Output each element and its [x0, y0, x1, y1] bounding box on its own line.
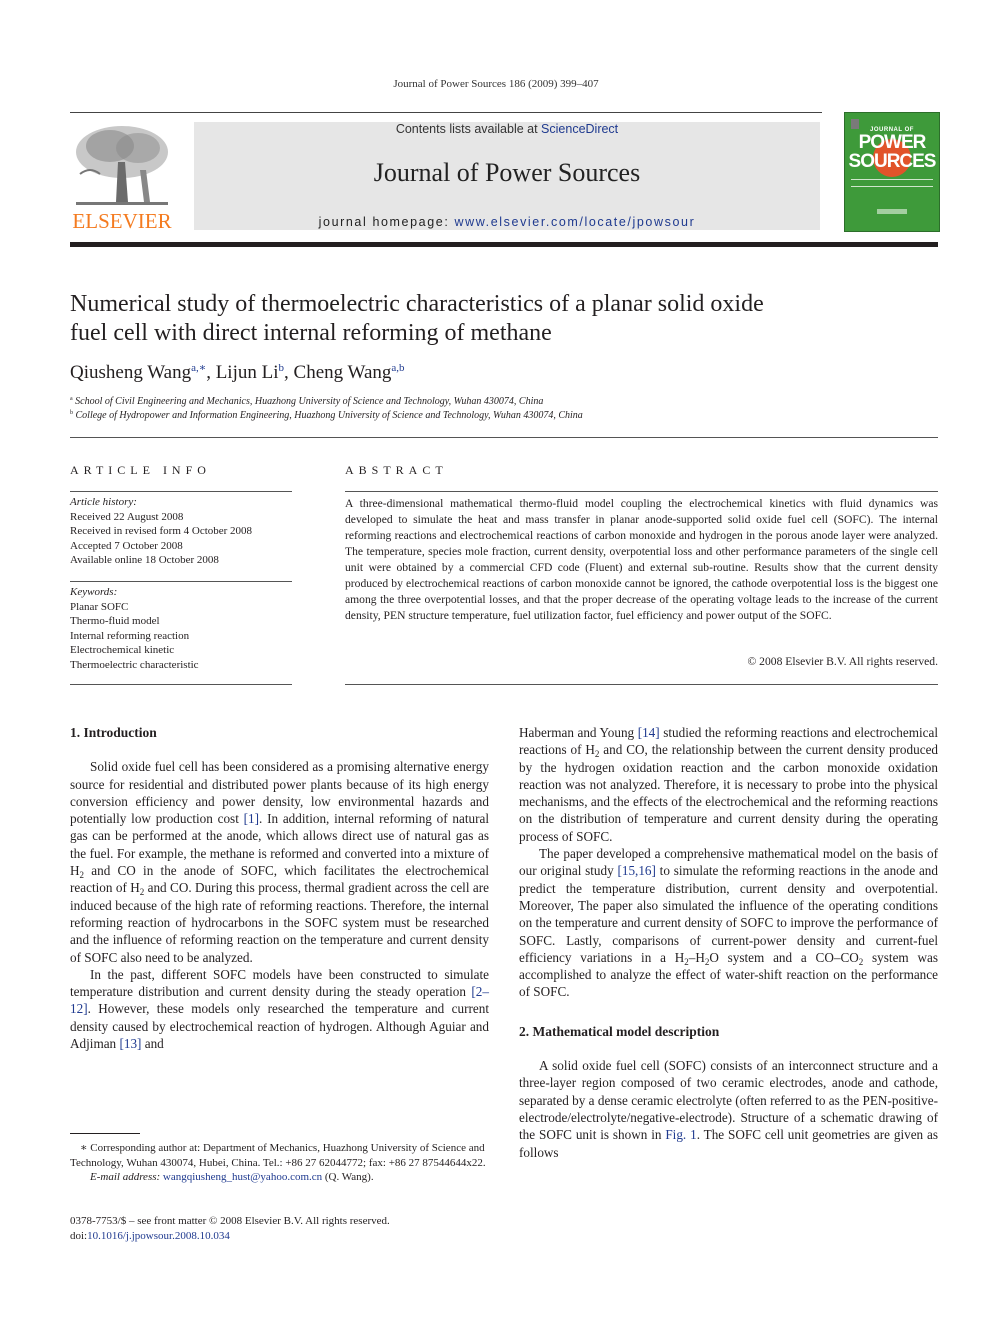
- paragraph: The paper developed a comprehensive math…: [519, 846, 938, 1000]
- history-item: Available online 18 October 2008: [70, 554, 219, 566]
- divider: [70, 437, 938, 438]
- cover-subtitle-lines: [851, 179, 933, 187]
- abstract-heading: ABSTRACT: [345, 463, 448, 477]
- divider: [345, 491, 938, 492]
- tree-icon: [76, 126, 168, 205]
- footnote: ∗ Corresponding author at: Department of…: [70, 1142, 486, 1183]
- citation-link[interactable]: [13]: [119, 1036, 141, 1051]
- divider: [70, 581, 292, 582]
- paragraph: Solid oxide fuel cell has been considere…: [70, 759, 490, 965]
- abstract-text: A three-dimensional mathematical thermo-…: [345, 497, 938, 622]
- citation-link[interactable]: [14]: [638, 725, 660, 740]
- cover-title: POWER SOURCES: [848, 132, 937, 172]
- keyword: Thermoelectric characteristic: [70, 658, 199, 671]
- keyword: Planar SOFC: [70, 600, 129, 613]
- history-item: Received 22 August 2008: [70, 510, 184, 523]
- keyword: Thermo-fluid model: [70, 615, 160, 627]
- author-name: Lijun Li: [215, 362, 279, 383]
- affiliation-a: a School of Civil Engineering and Mechan…: [70, 396, 544, 407]
- footnote-rule: [70, 1133, 140, 1134]
- author-marks[interactable]: a,b: [391, 362, 404, 374]
- affiliation-b: b College of Hydropower and Information …: [70, 410, 583, 421]
- article-history: Article history: Received 22 August 2008…: [70, 495, 292, 568]
- contents-line: Contents lists available at ScienceDirec…: [395, 122, 619, 136]
- journal-title: Journal of Power Sources: [373, 158, 641, 187]
- header-rule: [70, 112, 822, 113]
- author-marks[interactable]: b: [279, 362, 285, 374]
- elsevier-logo[interactable]: ELSEVIER: [70, 122, 174, 234]
- journal-banner: Contents lists available at ScienceDirec…: [194, 122, 820, 230]
- section-heading-introduction: 1. Introduction: [70, 725, 157, 740]
- header-thick-rule: [70, 242, 938, 247]
- citation-link[interactable]: [15,16]: [617, 863, 655, 878]
- left-column: 1. Introduction Solid oxide fuel cell ha…: [70, 724, 489, 1052]
- publisher-name: ELSEVIER: [72, 209, 172, 233]
- paragraph: Haberman and Young [14] studied the refo…: [519, 725, 939, 844]
- article-info-heading: ARTICLE INFO: [70, 463, 211, 477]
- sciencedirect-link[interactable]: ScienceDirect: [541, 122, 618, 136]
- paragraph: In the past, different SOFC models have …: [70, 966, 489, 1052]
- homepage-link[interactable]: www.elsevier.com/locate/jpowsour: [454, 215, 695, 229]
- divider: [70, 491, 292, 492]
- author-marks[interactable]: a,∗: [191, 362, 206, 374]
- article-title: Numerical study of thermoelectric charac…: [70, 291, 764, 346]
- doi-link[interactable]: 10.1016/j.jpowsour.2008.10.034: [87, 1230, 230, 1242]
- homepage-line: journal homepage: www.elsevier.com/locat…: [318, 215, 696, 229]
- email-link[interactable]: wangqiusheng_hust@yahoo.com.cn: [163, 1171, 322, 1183]
- keyword: Electrochemical kinetic: [70, 644, 175, 656]
- journal-cover[interactable]: JOURNAL OF POWER SOURCES: [844, 112, 940, 232]
- front-matter: 0378-7753/$ – see front matter © 2008 El…: [70, 1215, 390, 1242]
- section-heading-model: 2. Mathematical model description: [519, 1023, 720, 1039]
- abstract-copyright: © 2008 Elsevier B.V. All rights reserved…: [747, 655, 938, 668]
- citation-link[interactable]: [1]: [244, 811, 259, 826]
- author-name: Qiusheng Wang: [70, 362, 192, 383]
- paragraph: A solid oxide fuel cell (SOFC) consists …: [519, 1058, 939, 1160]
- author-name: Cheng Wang: [293, 362, 392, 383]
- history-item: Accepted 7 October 2008: [70, 539, 183, 552]
- figure-link[interactable]: Fig. 1: [665, 1127, 696, 1142]
- right-column: Haberman and Young [14] studied the refo…: [519, 724, 938, 1161]
- divider: [70, 684, 292, 685]
- running-head: Journal of Power Sources 186 (2009) 399–…: [393, 78, 599, 90]
- cover-publisher-mark: [877, 209, 907, 214]
- keywords: Keywords: Planar SOFC Thermo-fluid model…: [70, 585, 292, 672]
- divider: [345, 684, 938, 685]
- author-list: Qiusheng Wanga,∗, Lijun Lib, Cheng Wanga…: [70, 362, 405, 383]
- keyword: Internal reforming reaction: [70, 629, 190, 642]
- history-item: Received in revised form 4 October 2008: [70, 525, 253, 537]
